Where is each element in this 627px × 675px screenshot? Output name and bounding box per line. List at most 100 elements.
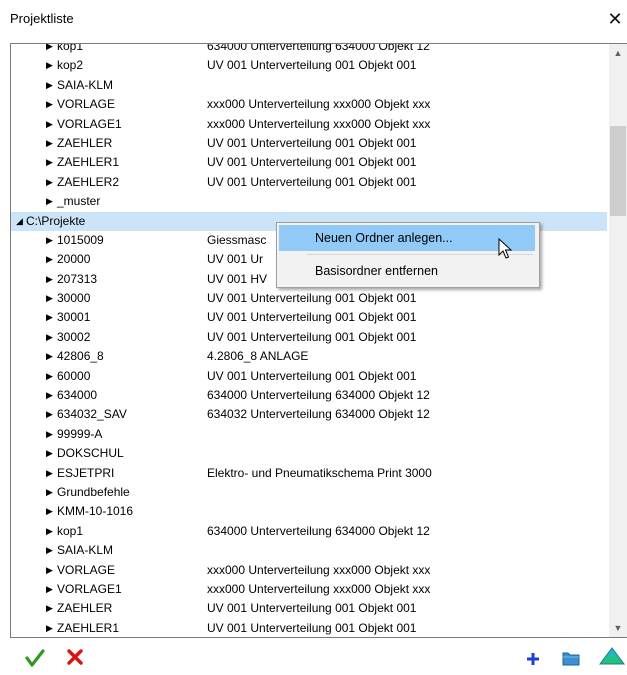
tree-row[interactable]: ▶ 60000 UV 001 Unterverteilung 001 Objekt …: [11, 367, 607, 386]
arrow-up-icon[interactable]: [599, 646, 625, 666]
tree-row[interactable]: ▶ 30001 UV 001 Unterverteilung 001 Objekt …: [11, 308, 607, 327]
tree-row-name: ZAEHLER: [57, 601, 113, 616]
collapsed-triangle-icon[interactable]: ▶: [46, 192, 53, 211]
collapsed-triangle-icon[interactable]: ▶: [46, 425, 53, 444]
collapsed-triangle-icon[interactable]: ▶: [46, 308, 53, 327]
tree-row[interactable]: ▶ kop1 634000 Unterverteilung 634000 Objek…: [11, 43, 607, 56]
collapsed-triangle-icon[interactable]: ▶: [46, 115, 53, 134]
tree-row-name: 207313: [57, 271, 98, 286]
collapsed-triangle-icon[interactable]: ▶: [46, 502, 53, 521]
collapsed-triangle-icon[interactable]: ▶: [46, 134, 53, 153]
tree-row-description: UV 001 Unterverteilung 001 Objekt 001: [207, 620, 417, 635]
tree-row-description: 4.2806_8 ANLAGE: [207, 349, 309, 364]
menu-item-new-folder[interactable]: Neuen Ordner anlegen...: [279, 225, 535, 251]
collapsed-triangle-icon[interactable]: ▶: [46, 522, 53, 541]
tree-row-name: 20000: [57, 252, 91, 267]
tree-row-description: 634000 Unterverteilung 634000 Objekt 12: [207, 43, 430, 53]
tree-row-name: DOKSCHUL: [57, 446, 124, 461]
collapsed-triangle-icon[interactable]: ▶: [46, 289, 53, 308]
scrollbar-thumb[interactable]: [610, 126, 626, 216]
collapsed-triangle-icon[interactable]: ▶: [46, 619, 53, 637]
tree-row-name: 99999-A: [57, 426, 103, 441]
tree-row-description: Elektro- und Pneumatikschema Print 3000: [207, 465, 432, 480]
tree-row-name: ZAEHLER: [57, 135, 113, 150]
tree-row-description: UV 001 Unterverteilung 001 Objekt 001: [207, 601, 417, 616]
plus-icon[interactable]: [526, 652, 540, 666]
collapsed-triangle-icon[interactable]: ▶: [46, 599, 53, 618]
tree-row[interactable]: ▶ DOKSCHUL: [11, 444, 607, 463]
collapsed-triangle-icon[interactable]: ▶: [46, 76, 53, 95]
tree-row-name: VORLAGE: [57, 97, 116, 112]
tree-row[interactable]: ▶ VORLAGE1 xxx000 Unterverteilung xxx000 O…: [11, 115, 607, 134]
project-tree[interactable]: ▶ kop1 634000 Unterverteilung 634000 Objek…: [10, 43, 627, 638]
tree-row[interactable]: ▶ 634000 634000 Unterverteilung 634000 Obj…: [11, 386, 607, 405]
collapsed-triangle-icon[interactable]: ▶: [46, 347, 53, 366]
tree-row[interactable]: ▶ KMM-10-1016: [11, 502, 607, 521]
folder-icon[interactable]: [562, 650, 580, 666]
collapsed-triangle-icon[interactable]: ▶: [46, 173, 53, 192]
collapsed-triangle-icon[interactable]: ▶: [46, 405, 53, 424]
tree-row-name: 30002: [57, 329, 91, 344]
tree-row[interactable]: ▶ 30002 UV 001 Unterverteilung 001 Objekt …: [11, 328, 607, 347]
title-bar: Projektliste ✕: [0, 0, 627, 38]
tree-row[interactable]: ▶ VORLAGE xxx000 Unterverteilung xxx000 Ob…: [11, 95, 607, 114]
tree-row[interactable]: ▶ VORLAGE1 xxx000 Unterverteilung xxx000 O…: [11, 580, 607, 599]
mouse-cursor-icon: [498, 238, 512, 259]
collapsed-triangle-icon[interactable]: ▶: [46, 44, 53, 56]
tree-row[interactable]: ▶ ZAEHLER UV 001 Unterverteilung 001 Objek…: [11, 134, 607, 153]
tree-row[interactable]: ▶ 42806_8 4.2806_8 ANLAGE: [11, 347, 607, 366]
collapsed-triangle-icon[interactable]: ▶: [46, 464, 53, 483]
collapsed-triangle-icon[interactable]: ▶: [46, 328, 53, 347]
vertical-scrollbar[interactable]: ▲ ▼: [609, 44, 627, 637]
tree-row[interactable]: ▶ Grundbefehle: [11, 483, 607, 502]
tree-row[interactable]: ▶ kop2 UV 001 Unterverteilung 001 Objekt 0…: [11, 56, 607, 75]
tree-row-description: UV 001 Unterverteilung 001 Objekt 001: [207, 155, 417, 170]
collapsed-triangle-icon[interactable]: ▶: [46, 561, 53, 580]
tree-row[interactable]: ▶ 30000 UV 001 Unterverteilung 001 Objekt …: [11, 289, 607, 308]
expanded-triangle-icon[interactable]: ◢: [16, 212, 23, 231]
cross-icon[interactable]: [66, 648, 84, 666]
menu-item-remove-base-folder[interactable]: Basisordner entfernen: [279, 258, 535, 284]
tree-row[interactable]: ▶ kop1 634000 Unterverteilung 634000 Objek…: [11, 522, 607, 541]
tree-row[interactable]: ▶ _muster: [11, 192, 607, 211]
tree-row-description: xxx000 Unterverteilung xxx000 Objekt xxx: [207, 97, 431, 112]
tree-row[interactable]: ▶ ZAEHLER UV 001 Unterverteilung 001 Objek…: [11, 599, 607, 618]
collapsed-triangle-icon[interactable]: ▶: [46, 367, 53, 386]
tree-row[interactable]: ▶ 634032_SAV 634032 Unterverteilung 634000…: [11, 405, 607, 424]
collapsed-triangle-icon[interactable]: ▶: [46, 270, 53, 289]
collapsed-triangle-icon[interactable]: ▶: [46, 250, 53, 269]
tree-row[interactable]: ▶ SAIA-KLM: [11, 76, 607, 95]
close-icon[interactable]: ✕: [604, 8, 626, 30]
tree-row[interactable]: ▶ 99999-A: [11, 425, 607, 444]
tree-row-name: VORLAGE1: [57, 581, 122, 596]
tree-row-description: UV 001 Unterverteilung 001 Objekt 001: [207, 174, 417, 189]
tree-row-name: 1015009: [57, 232, 104, 247]
collapsed-triangle-icon[interactable]: ▶: [46, 580, 53, 599]
collapsed-triangle-icon[interactable]: ▶: [46, 95, 53, 114]
collapsed-triangle-icon[interactable]: ▶: [46, 444, 53, 463]
collapsed-triangle-icon[interactable]: ▶: [46, 231, 53, 250]
tree-row-name: ZAEHLER1: [57, 620, 120, 635]
tree-row[interactable]: ▶ ESJETPRI Elektro- und Pneumatikschema Pr…: [11, 464, 607, 483]
tree-row-name: SAIA-KLM: [57, 543, 114, 558]
tree-row[interactable]: ▶ ZAEHLER1 UV 001 Unterverteilung 001 Obje…: [11, 153, 607, 172]
tree-row[interactable]: ▶ VORLAGE xxx000 Unterverteilung xxx000 Ob…: [11, 561, 607, 580]
collapsed-triangle-icon[interactable]: ▶: [46, 56, 53, 75]
tree-row[interactable]: ▶ ZAEHLER2 UV 001 Unterverteilung 001 Obje…: [11, 173, 607, 192]
collapsed-triangle-icon[interactable]: ▶: [46, 541, 53, 560]
tree-row-name: ZAEHLER1: [57, 155, 120, 170]
tree-row-description: xxx000 Unterverteilung xxx000 Objekt xxx: [207, 562, 431, 577]
scroll-down-icon[interactable]: ▼: [609, 619, 627, 637]
tree-row-name: KMM-10-1016: [57, 504, 134, 519]
collapsed-triangle-icon[interactable]: ▶: [46, 386, 53, 405]
bottom-toolbar: [0, 640, 627, 675]
collapsed-triangle-icon[interactable]: ▶: [46, 483, 53, 502]
tree-row-name: 30000: [57, 291, 91, 306]
tree-row-name: 60000: [57, 368, 91, 383]
scroll-up-icon[interactable]: ▲: [609, 44, 627, 62]
tree-row[interactable]: ▶ SAIA-KLM: [11, 541, 607, 560]
collapsed-triangle-icon[interactable]: ▶: [46, 153, 53, 172]
tree-row[interactable]: ▶ ZAEHLER1 UV 001 Unterverteilung 001 Obje…: [11, 619, 607, 637]
checkmark-icon[interactable]: [25, 649, 45, 667]
tree-row-description: UV 001 Unterverteilung 001 Objekt 001: [207, 329, 417, 344]
